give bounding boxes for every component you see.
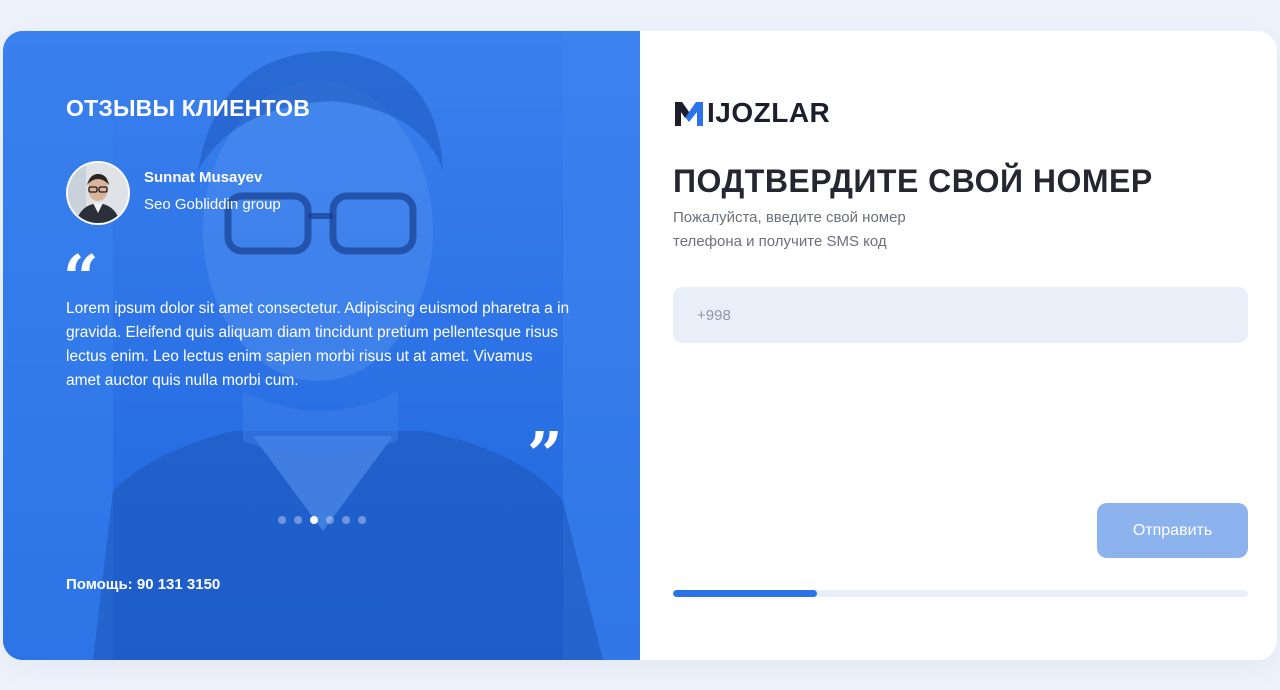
help-phone: Помощь: 90 131 3150 bbox=[66, 576, 221, 593]
submit-button[interactable]: Отправить bbox=[1097, 503, 1248, 558]
slider-dot[interactable] bbox=[358, 516, 366, 524]
reviewer-company: Seo Gobliddin group bbox=[144, 196, 281, 213]
logo-text: IJOZLAR bbox=[707, 97, 831, 128]
progress-bar bbox=[673, 590, 1248, 597]
slider-dot[interactable] bbox=[342, 516, 350, 524]
quote-close-icon: ” bbox=[527, 418, 563, 491]
reviewer-avatar bbox=[66, 161, 130, 225]
verify-form-panel: IJOZLAR ПОДТВЕРДИТЕ СВОЙ НОМЕР Пожалуйст… bbox=[640, 31, 1277, 660]
phone-input[interactable] bbox=[673, 287, 1248, 343]
logo[interactable]: IJOZLAR bbox=[673, 96, 830, 130]
testimonials-panel: ОТЗЫВЫ КЛИЕНТОВ Sunnat Musayev Seo Gobli… bbox=[3, 31, 640, 660]
page-title: ПОДТВЕРДИТЕ СВОЙ НОМЕР bbox=[673, 163, 1153, 199]
testimonials-title: ОТЗЫВЫ КЛИЕНТОВ bbox=[66, 95, 311, 121]
slider-dot[interactable] bbox=[326, 516, 334, 524]
slider-dot[interactable] bbox=[278, 516, 286, 524]
logo-m-icon bbox=[675, 102, 703, 126]
reviewer-name: Sunnat Musayev bbox=[144, 169, 263, 186]
slider-dot[interactable] bbox=[294, 516, 302, 524]
person-photo-icon bbox=[68, 163, 128, 223]
auth-card: ОТЗЫВЫ КЛИЕНТОВ Sunnat Musayev Seo Gobli… bbox=[3, 31, 1277, 660]
review-text: Lorem ipsum dolor sit amet consectetur. … bbox=[66, 300, 570, 389]
progress-fill bbox=[673, 590, 817, 597]
slider-dot[interactable] bbox=[310, 516, 318, 524]
slider-dots bbox=[278, 516, 366, 524]
subtitle-line: телефона и получите SMS код bbox=[673, 233, 887, 250]
subtitle: Пожалуйста, введите свой номер телефона … bbox=[673, 206, 993, 254]
subtitle-line: Пожалуйста, введите свой номер bbox=[673, 209, 906, 226]
